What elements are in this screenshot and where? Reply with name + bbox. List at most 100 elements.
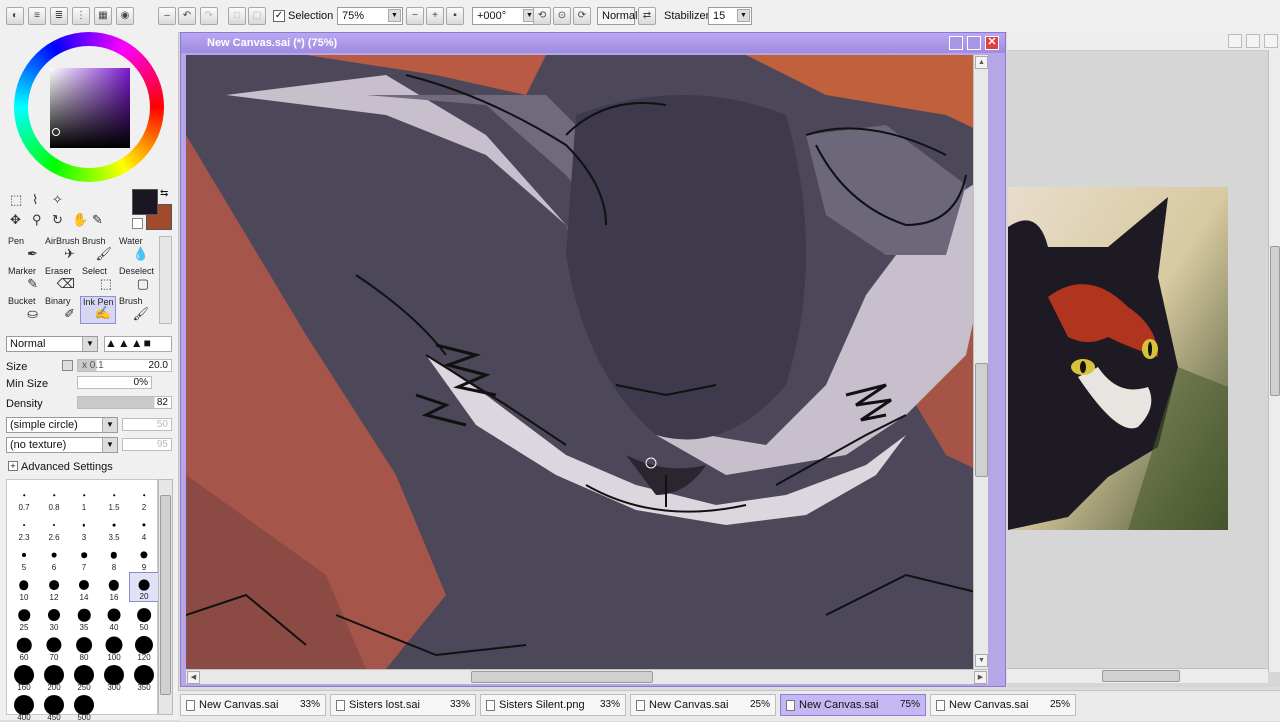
- color-picker-marker[interactable]: [52, 128, 60, 136]
- brush-size-option[interactable]: 2.3: [9, 512, 39, 542]
- minimize-panel-icon[interactable]: –: [158, 7, 176, 25]
- brush-size-option[interactable]: 250: [69, 662, 99, 692]
- brush-size-option[interactable]: 12: [39, 572, 69, 602]
- minimize-icon[interactable]: [1228, 34, 1242, 48]
- canvas-vertical-scrollbar[interactable]: ▲ ▼: [973, 55, 988, 669]
- tool-binary[interactable]: Binary ✐: [43, 296, 79, 324]
- brush-size-option[interactable]: 300: [99, 662, 129, 692]
- density-slider[interactable]: 82: [77, 396, 172, 409]
- zoom-out-icon[interactable]: −: [406, 7, 424, 25]
- zoom-select[interactable]: 75% ▼: [337, 7, 403, 25]
- saturation-value-square[interactable]: [50, 68, 130, 148]
- brush-size-option[interactable]: 400: [9, 692, 39, 722]
- brush-size-option[interactable]: 1: [69, 482, 99, 512]
- tool-select[interactable]: Select ⬚: [80, 266, 116, 294]
- brush-size-option[interactable]: 60: [9, 632, 39, 662]
- selection-checkbox[interactable]: ✓: [273, 10, 285, 22]
- brush-size-option[interactable]: 500: [69, 692, 99, 722]
- brush-size-option[interactable]: 3.5: [99, 512, 129, 542]
- primary-color-swatch[interactable]: [132, 189, 158, 215]
- swatch-panel-icon[interactable]: ⋮: [72, 7, 90, 25]
- tool-airbrush[interactable]: AirBrush ✈: [43, 236, 80, 264]
- zoom-reset-icon[interactable]: ▪: [446, 7, 464, 25]
- brush-size-option[interactable]: 25: [9, 602, 39, 632]
- zoom-in-icon[interactable]: +: [426, 7, 444, 25]
- brush-size-option[interactable]: 50: [129, 602, 159, 632]
- undo-icon[interactable]: ↶: [178, 7, 196, 25]
- brush-size-option[interactable]: 7: [69, 542, 99, 572]
- brush-size-option[interactable]: 35: [69, 602, 99, 632]
- brush-size-scroll-thumb[interactable]: [160, 495, 171, 695]
- brush-size-option[interactable]: 14: [69, 572, 99, 602]
- brush-size-option[interactable]: 120: [129, 632, 159, 662]
- rotation-select[interactable]: +000° ▼: [472, 7, 538, 25]
- texture-select[interactable]: (no texture) ▼: [6, 437, 118, 453]
- rotate-right-icon[interactable]: ⟳: [573, 7, 591, 25]
- document-tab[interactable]: New Canvas.sai 25%: [930, 694, 1076, 716]
- drawing-canvas[interactable]: ▲ ▼: [186, 55, 988, 669]
- close-icon[interactable]: [1264, 34, 1278, 48]
- minimize-icon[interactable]: [949, 36, 963, 50]
- brush-shape-selector[interactable]: ▲▲▲■: [104, 336, 172, 352]
- redo-icon[interactable]: ↷: [200, 7, 218, 25]
- rotate-reset-icon[interactable]: ⊙: [553, 7, 571, 25]
- scroll-right-icon[interactable]: ▶: [974, 671, 987, 684]
- min-size-slider[interactable]: 0%: [77, 376, 152, 389]
- document-tab[interactable]: New Canvas.sai 33%: [180, 694, 326, 716]
- brush-size-option[interactable]: 8: [99, 542, 129, 572]
- blend-mode-select[interactable]: Normal: [597, 7, 637, 25]
- scroll-down-icon[interactable]: ▼: [975, 654, 988, 667]
- size-lock-checkbox[interactable]: [62, 360, 73, 371]
- color-wheel-toggle-icon[interactable]: ◐: [6, 7, 24, 25]
- size-slider[interactable]: x 0.1 20.0: [77, 359, 172, 372]
- brush-size-option[interactable]: 80: [69, 632, 99, 662]
- brush-size-option[interactable]: 2: [129, 482, 159, 512]
- tool-panel-icon[interactable]: ≣: [50, 7, 68, 25]
- document-tab[interactable]: Sisters Silent.png 33%: [480, 694, 626, 716]
- tool-ink-pen[interactable]: Ink Pen ✍: [80, 296, 116, 324]
- document-tab[interactable]: New Canvas.sai 25%: [630, 694, 776, 716]
- close-icon[interactable]: ✕: [985, 36, 999, 50]
- move-icon[interactable]: ✥: [10, 212, 21, 228]
- shape-strength-slider[interactable]: 50: [122, 418, 172, 431]
- expand-icon[interactable]: +: [8, 461, 18, 471]
- brush-size-option[interactable]: 70: [39, 632, 69, 662]
- canvas-vscroll-thumb[interactable]: [975, 363, 988, 477]
- tool-grid-scrollbar[interactable]: [159, 236, 172, 324]
- advanced-settings-label[interactable]: Advanced Settings: [21, 461, 113, 473]
- rect-select-icon[interactable]: ⬚: [10, 192, 22, 208]
- reference-vertical-scrollbar[interactable]: [1268, 50, 1280, 672]
- chevron-down-icon[interactable]: ▼: [388, 9, 401, 22]
- tool-brush[interactable]: Brush 🖌: [117, 296, 153, 324]
- swap-colors-icon[interactable]: ⇆: [160, 188, 168, 199]
- stabilizer-select[interactable]: 15 ▼: [708, 7, 752, 25]
- transparent-color-icon[interactable]: [132, 218, 143, 229]
- brush-size-option[interactable]: 0.7: [9, 482, 39, 512]
- texture-strength-slider[interactable]: 95: [122, 438, 172, 451]
- hand-icon[interactable]: ✋: [72, 212, 88, 228]
- zoom-icon[interactable]: ⚲: [32, 212, 42, 228]
- brush-size-scrollbar[interactable]: [158, 479, 173, 715]
- reference-window-titlebar[interactable]: [1007, 32, 1280, 51]
- tool-water[interactable]: Water 💧: [117, 236, 153, 264]
- canvas-horizontal-scrollbar[interactable]: ◀ ▶: [186, 669, 988, 684]
- brush-size-option[interactable]: 5: [9, 542, 39, 572]
- canvas-hscroll-thumb[interactable]: [471, 671, 653, 683]
- invert-selection-icon[interactable]: ▢: [248, 7, 266, 25]
- tool-pen[interactable]: Pen ✒: [6, 236, 42, 264]
- brush-size-option[interactable]: 160: [9, 662, 39, 692]
- flip-icon[interactable]: ⇄: [638, 7, 656, 25]
- tool-deselect[interactable]: Deselect ▢: [117, 266, 154, 294]
- brush-size-option[interactable]: 1.5: [99, 482, 129, 512]
- rotate-left-icon[interactable]: ⟲: [533, 7, 551, 25]
- scroll-left-icon[interactable]: ◀: [187, 671, 200, 684]
- brush-size-option[interactable]: 350: [129, 662, 159, 692]
- grid-panel-icon[interactable]: ▦: [94, 7, 112, 25]
- tool-eraser[interactable]: Eraser ⌫: [43, 266, 79, 294]
- brush-size-option[interactable]: 40: [99, 602, 129, 632]
- chevron-down-icon[interactable]: ▼: [737, 9, 750, 22]
- scroll-up-icon[interactable]: ▲: [975, 56, 988, 69]
- brush-size-option[interactable]: 10: [9, 572, 39, 602]
- brush-size-option[interactable]: 0.8: [39, 482, 69, 512]
- reference-hscroll-thumb[interactable]: [1102, 670, 1180, 682]
